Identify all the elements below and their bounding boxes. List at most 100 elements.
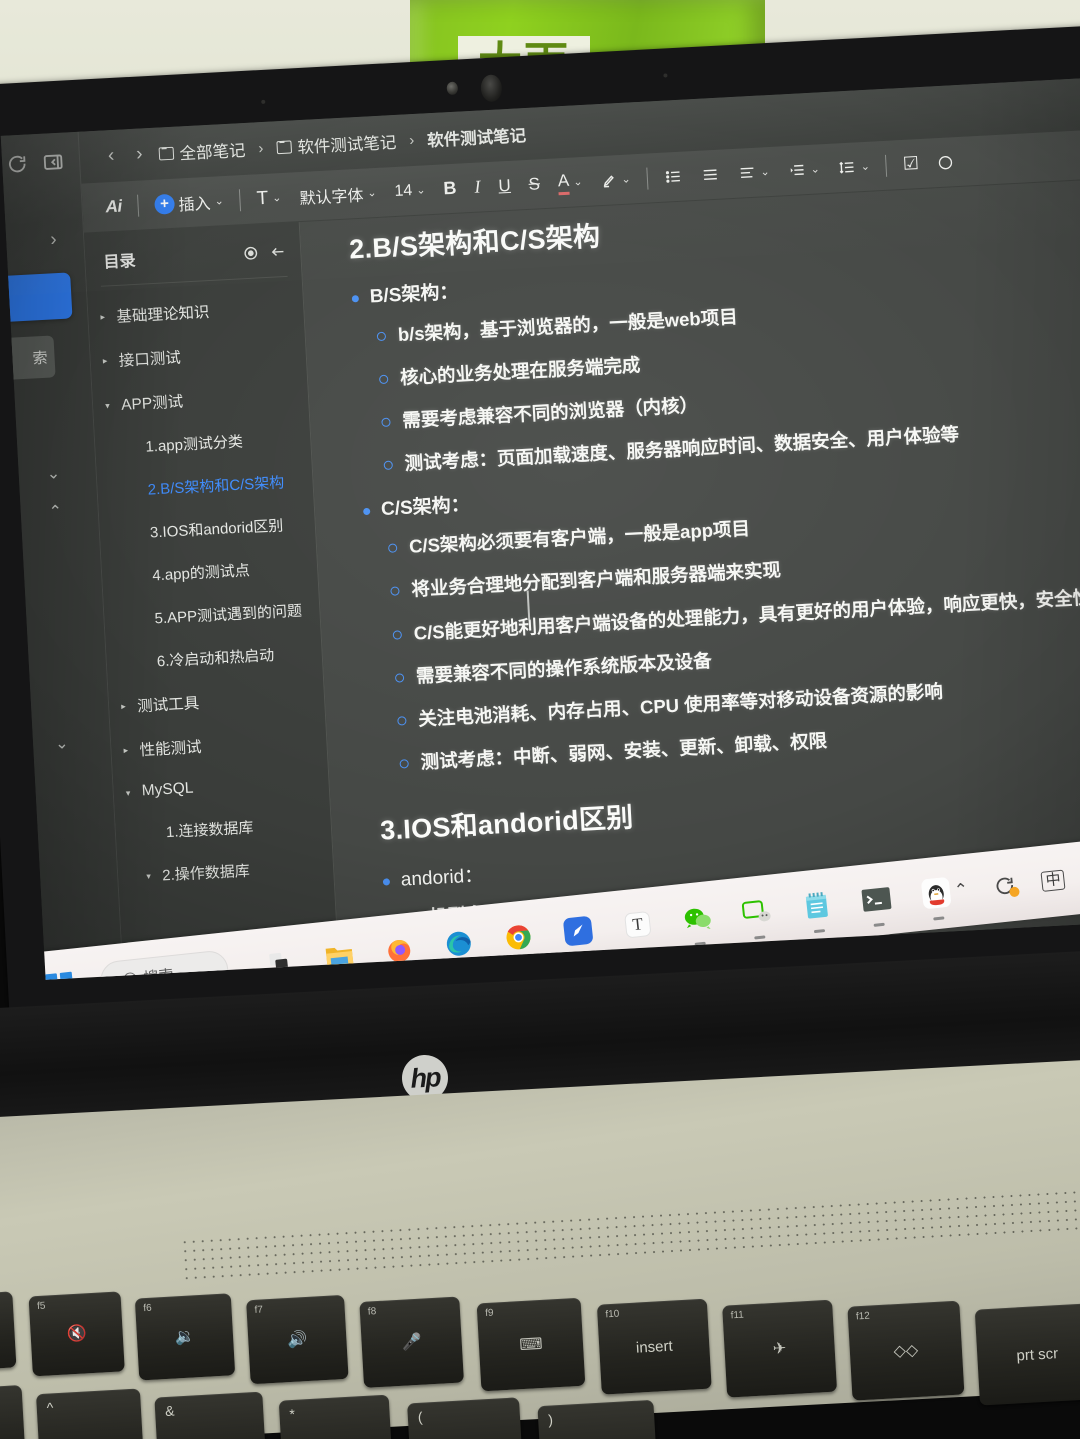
rail-chevron-down-2-icon[interactable]: ⌄ [55, 733, 69, 754]
key-9[interactable]: (9 [407, 1397, 525, 1439]
breadcrumb-label-0: 全部笔记 [179, 141, 246, 164]
chevron-right-icon[interactable]: ▸ [121, 700, 131, 711]
key-shift-label: * [289, 1405, 296, 1423]
file-explorer-icon[interactable] [320, 937, 360, 980]
collapse-toc-icon[interactable] [269, 242, 287, 260]
rail-chevron-down-1-icon[interactable]: ⌄ [46, 463, 60, 484]
key-6[interactable]: ^6 [35, 1388, 145, 1439]
taskbar-search-input[interactable]: 搜索 [98, 949, 231, 980]
rail-search-input[interactable]: 索 [0, 335, 56, 382]
bullet-list-button[interactable] [654, 159, 693, 195]
indent-button[interactable]: ⌄ [778, 151, 830, 188]
chevron-down-icon: ⌄ [760, 166, 770, 179]
key-glyph: ◇◇ [893, 1341, 919, 1361]
highlighter-icon [603, 175, 614, 188]
target-icon[interactable] [242, 244, 260, 262]
key-5[interactable]: %5 [0, 1385, 27, 1439]
edge-icon[interactable] [439, 924, 479, 972]
wechat-icon[interactable] [678, 899, 718, 946]
key-☀[interactable]: ☀ [0, 1291, 17, 1373]
line-spacing-button[interactable]: ⌄ [828, 149, 880, 186]
chevron-down-icon: ⌄ [416, 184, 426, 197]
key-glyph: 🔉 [174, 1328, 196, 1347]
key-f12[interactable]: f12 ◇◇ [847, 1300, 965, 1401]
key-f10[interactable]: f10 insert [596, 1298, 712, 1395]
key-prt-scr[interactable]: prt scr [974, 1303, 1080, 1406]
chevron-down-icon[interactable]: ▾ [126, 787, 136, 798]
italic-button[interactable]: I [465, 169, 491, 204]
firefox-icon[interactable] [379, 930, 419, 978]
qq-icon[interactable] [916, 873, 956, 921]
align-button[interactable]: ⌄ [728, 154, 780, 191]
font-family-select[interactable]: 默认字体 ⌄ [290, 175, 387, 214]
key-7[interactable]: &7 [154, 1391, 268, 1439]
notepad-icon[interactable] [797, 886, 837, 934]
windows-logo-icon[interactable] [44, 971, 75, 980]
font-color-button[interactable]: A ⌄ [548, 164, 592, 200]
toc-item-label: 3.IOS和andorid区别 [149, 517, 284, 542]
key-f6[interactable]: f6 🔉 [134, 1293, 236, 1381]
rail-expand-chevron-icon[interactable]: › [50, 229, 57, 251]
text-tool-icon[interactable]: T [618, 905, 658, 953]
toc-item-label: 基础理论知识 [116, 304, 210, 326]
document-editor[interactable]: 2.B/S架构和C/S架构 B/S架构： b/s架构，基于浏览器的，一般是web… [299, 176, 1080, 965]
wechat-desktop-icon[interactable] [737, 892, 777, 940]
youdao-note-icon[interactable] [558, 911, 598, 959]
key-fn-number: f12 [855, 1310, 871, 1323]
key-f9[interactable]: f9 ⌨ [476, 1297, 586, 1392]
chevron-right-icon[interactable]: ▸ [103, 355, 113, 366]
breadcrumb-separator-0: › [257, 139, 264, 157]
text-style-button[interactable]: T ⌄ [247, 180, 292, 216]
search-icon [123, 971, 138, 980]
chevron-down-icon[interactable]: ▾ [105, 400, 115, 411]
key-shift-label: ( [417, 1408, 423, 1425]
cs-point-list: C/S架构必须要有客户端，一般是app项目 将业务合理地分配到客户端和服务器端来实… [383, 494, 1080, 778]
strikethrough-button[interactable]: S [519, 166, 550, 202]
key-f7[interactable]: f7 🔊 [246, 1294, 349, 1385]
key-fn-number: f7 [254, 1304, 264, 1316]
key-0[interactable]: )0 [537, 1399, 659, 1439]
terminal-icon[interactable] [857, 880, 897, 927]
indent-icon [790, 164, 804, 176]
chevron-down-icon[interactable]: ▾ [146, 871, 156, 882]
font-size-select[interactable]: 14 ⌄ [385, 172, 436, 209]
toc-item-label: 接口测试 [118, 349, 182, 370]
ime-language-icon[interactable]: 中 [1040, 869, 1066, 892]
breadcrumb-label-2: 软件测试笔记 [426, 126, 527, 151]
photo-scene: 大雨 › [0, 0, 1080, 1439]
chevron-right-icon[interactable]: ▸ [123, 744, 133, 755]
numbered-list-button[interactable] [691, 157, 730, 193]
task-view-icon[interactable] [260, 943, 300, 980]
key-fn-number: f11 [730, 1309, 745, 1322]
forward-button[interactable]: › [130, 143, 149, 166]
bold-button[interactable]: B [434, 171, 467, 207]
chevron-down-icon: ⌄ [860, 160, 871, 174]
key-f8[interactable]: f8 🎤 [359, 1296, 464, 1388]
more-tools-button[interactable] [927, 144, 963, 180]
underline-button[interactable]: U [489, 168, 521, 204]
sync-icon[interactable] [6, 152, 29, 175]
chevron-right-icon[interactable]: ▸ [100, 311, 110, 322]
tray-overflow-chevron-icon[interactable]: ⌃ [953, 880, 969, 901]
back-button[interactable]: ‹ [101, 145, 120, 168]
checklist-button[interactable]: ☑ [893, 146, 929, 182]
sync-status-icon[interactable] [993, 874, 1021, 898]
insert-button[interactable]: + 插入 ⌄ [145, 183, 234, 222]
rail-chevron-up-1-icon[interactable]: ⌃ [48, 501, 62, 522]
breadcrumb-item-0[interactable]: 全部笔记 [158, 137, 246, 166]
breadcrumb-item-2[interactable]: 软件测试笔记 [427, 122, 527, 151]
chevron-down-icon: ⌄ [214, 195, 225, 208]
key-f5[interactable]: f5 🔇 [28, 1291, 125, 1377]
rail-new-note-button[interactable] [0, 272, 73, 323]
chrome-icon[interactable] [499, 918, 539, 965]
key-f11[interactable]: f11 ✈ [722, 1299, 838, 1398]
collapse-panel-icon[interactable] [42, 151, 65, 174]
bezel-mic-left [261, 99, 266, 104]
breadcrumb-separator-1: › [408, 131, 415, 149]
highlight-button[interactable]: ⌄ [591, 161, 641, 198]
key-glyph: ⌨ [519, 1335, 544, 1355]
bezel-mic-right [663, 73, 668, 78]
key-8[interactable]: *8 [278, 1394, 394, 1439]
ai-assistant-button[interactable]: Ai [96, 189, 132, 225]
breadcrumb-item-1[interactable]: 软件测试笔记 [276, 129, 397, 159]
